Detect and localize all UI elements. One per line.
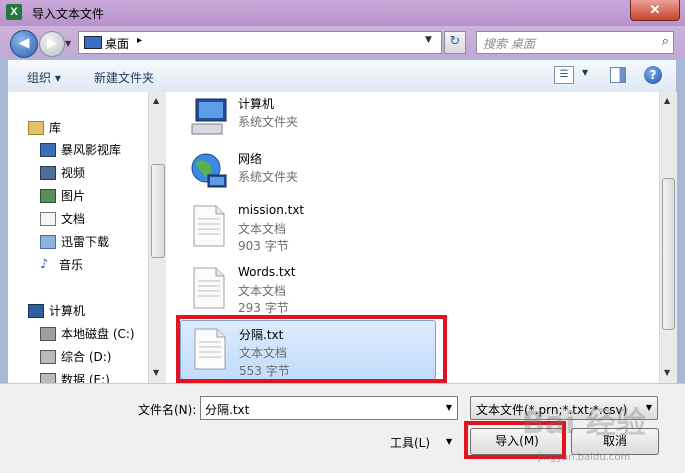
address-location[interactable]: 桌面	[105, 35, 129, 52]
file-size: 903 字节	[238, 239, 289, 253]
file-size: 553 字节	[239, 364, 290, 378]
command-toolbar: 组织 ▾ 新建文件夹 ☰ ▼ ?	[8, 60, 676, 93]
text-file-icon	[193, 205, 225, 247]
filename-label: 文件名(N):	[138, 403, 197, 417]
file-size: 293 字节	[238, 301, 289, 315]
chevron-down-icon[interactable]: ▼	[446, 437, 452, 446]
chevron-down-icon[interactable]: ▼	[446, 403, 452, 412]
file-type: 文本文档	[238, 284, 287, 298]
computer-icon	[28, 303, 44, 318]
list-item[interactable]: mission.txt 文本文档 903 字节	[180, 200, 434, 253]
scroll-up-icon[interactable]: ▲	[664, 96, 670, 105]
navigation-scrollbar-thumb[interactable]	[151, 164, 165, 258]
drive-icon	[40, 372, 56, 383]
drive-icon	[40, 349, 56, 364]
sidebar-item-label: 暴风影视库	[61, 143, 122, 157]
sidebar-item-pictures[interactable]: 图片	[40, 186, 85, 206]
navigation-pane: 库 暴风影视库 视频 图片 文档 迅雷下载 ♪ 音乐 计算机 本地磁盘 (C:) …	[8, 92, 148, 383]
text-file-icon	[194, 328, 226, 370]
file-name: Words.txt	[238, 265, 296, 279]
excel-icon: X	[6, 4, 22, 20]
view-options-icon[interactable]: ☰	[554, 66, 574, 84]
address-bar[interactable]: 桌面 ▸ ▼	[78, 31, 442, 54]
address-dropdown-icon[interactable]: ▼	[425, 35, 432, 45]
documents-icon	[40, 211, 56, 226]
sidebar-item-drive-c[interactable]: 本地磁盘 (C:)	[40, 324, 135, 344]
list-item[interactable]: 计算机 系统文件夹	[180, 92, 434, 144]
back-button[interactable]: ◀	[10, 30, 38, 58]
desktop-icon	[84, 36, 102, 49]
preview-pane-icon[interactable]	[610, 67, 626, 83]
sidebar-item-label: 迅雷下载	[61, 235, 110, 249]
file-name: 计算机	[238, 97, 275, 111]
music-icon: ♪	[40, 256, 49, 272]
filename-value[interactable]: 分隔.txt	[205, 401, 249, 418]
file-name: mission.txt	[238, 203, 305, 217]
drive-icon	[40, 326, 56, 341]
media-library-icon	[40, 142, 56, 157]
file-list-scrollbar-thumb[interactable]	[662, 178, 675, 330]
file-list: 计算机 系统文件夹 网络 系统文件夹 mission.txt 文本文档 903 …	[166, 92, 659, 383]
network-icon	[191, 153, 227, 188]
help-icon[interactable]: ?	[644, 66, 662, 84]
sidebar-item-label: 视频	[61, 166, 86, 180]
filename-input[interactable]: 分隔.txt ▼	[200, 396, 458, 420]
sidebar-item-drive-e[interactable]: 数据 (E:)	[40, 370, 110, 383]
file-type: 系统文件夹	[238, 170, 299, 184]
download-icon	[40, 234, 56, 249]
new-folder-button[interactable]: 新建文件夹	[94, 69, 154, 86]
library-icon	[28, 120, 44, 135]
sidebar-item-library[interactable]: 库	[28, 118, 61, 138]
sidebar-item-downloads[interactable]: 迅雷下载	[40, 232, 109, 252]
sidebar-item-video[interactable]: 视频	[40, 163, 85, 183]
sidebar-item-label: 音乐	[59, 258, 84, 272]
forward-button[interactable]: ▶	[39, 31, 65, 57]
list-item-selected[interactable]: 分隔.txt 文本文档 553 字节	[180, 320, 436, 380]
file-name: 分隔.txt	[239, 328, 284, 342]
sidebar-item-computer[interactable]: 计算机	[28, 301, 85, 321]
sidebar-item-label: 库	[49, 121, 62, 135]
search-input[interactable]: 搜索 桌面 ⌕	[476, 31, 674, 54]
tools-menu[interactable]: 工具(L)	[390, 434, 430, 451]
text-file-icon	[193, 267, 225, 309]
watermark: Bai 经验	[522, 406, 646, 441]
file-type: 系统文件夹	[238, 115, 299, 129]
list-item[interactable]: 网络 系统文件夹	[180, 147, 434, 199]
watermark-url: jingyan.baidu.com	[538, 452, 631, 463]
file-type: 文本文档	[239, 346, 288, 360]
scroll-down-icon[interactable]: ▼	[153, 368, 159, 377]
organize-button[interactable]: 组织 ▾	[27, 69, 61, 86]
scroll-up-icon[interactable]: ▲	[153, 96, 159, 105]
window-title: 导入文本文件	[32, 7, 105, 21]
sidebar-item-documents[interactable]: 文档	[40, 209, 85, 229]
refresh-icon: ↻	[449, 34, 461, 49]
sidebar-item-media-library[interactable]: 暴风影视库	[40, 140, 121, 160]
refresh-button[interactable]: ↻	[444, 31, 466, 54]
sidebar-item-music[interactable]: ♪ 音乐	[40, 255, 83, 275]
file-list-scrollbar[interactable]: ▲ ▼	[659, 92, 677, 383]
navigation-scrollbar[interactable]: ▲ ▼	[148, 92, 167, 383]
sidebar-item-drive-d[interactable]: 综合 (D:)	[40, 347, 111, 367]
sidebar-item-label: 文档	[61, 212, 86, 226]
sidebar-item-label: 综合 (D:)	[61, 350, 112, 364]
scroll-down-icon[interactable]: ▼	[664, 368, 670, 377]
computer-icon	[191, 98, 227, 135]
sidebar-item-label: 本地磁盘 (C:)	[61, 327, 135, 341]
file-type: 文本文档	[238, 222, 287, 236]
recent-pages-dropdown[interactable]: ▼	[65, 39, 71, 48]
sidebar-item-label: 计算机	[49, 304, 86, 318]
chevron-down-icon[interactable]: ▼	[646, 403, 652, 412]
title-bar: X 导入文本文件 ✕	[0, 0, 685, 26]
video-icon	[40, 165, 56, 180]
list-item[interactable]: Words.txt 文本文档 293 字节	[180, 262, 434, 315]
search-placeholder: 搜索 桌面	[483, 37, 535, 51]
file-name: 网络	[238, 152, 263, 166]
close-button[interactable]: ✕	[630, 0, 680, 21]
sidebar-item-label: 图片	[61, 189, 86, 203]
sidebar-item-label: 数据 (E:)	[61, 373, 110, 383]
search-icon[interactable]: ⌕	[662, 34, 669, 49]
address-separator[interactable]: ▸	[137, 35, 142, 46]
pictures-icon	[40, 188, 56, 203]
view-dropdown-icon[interactable]: ▼	[582, 68, 588, 77]
